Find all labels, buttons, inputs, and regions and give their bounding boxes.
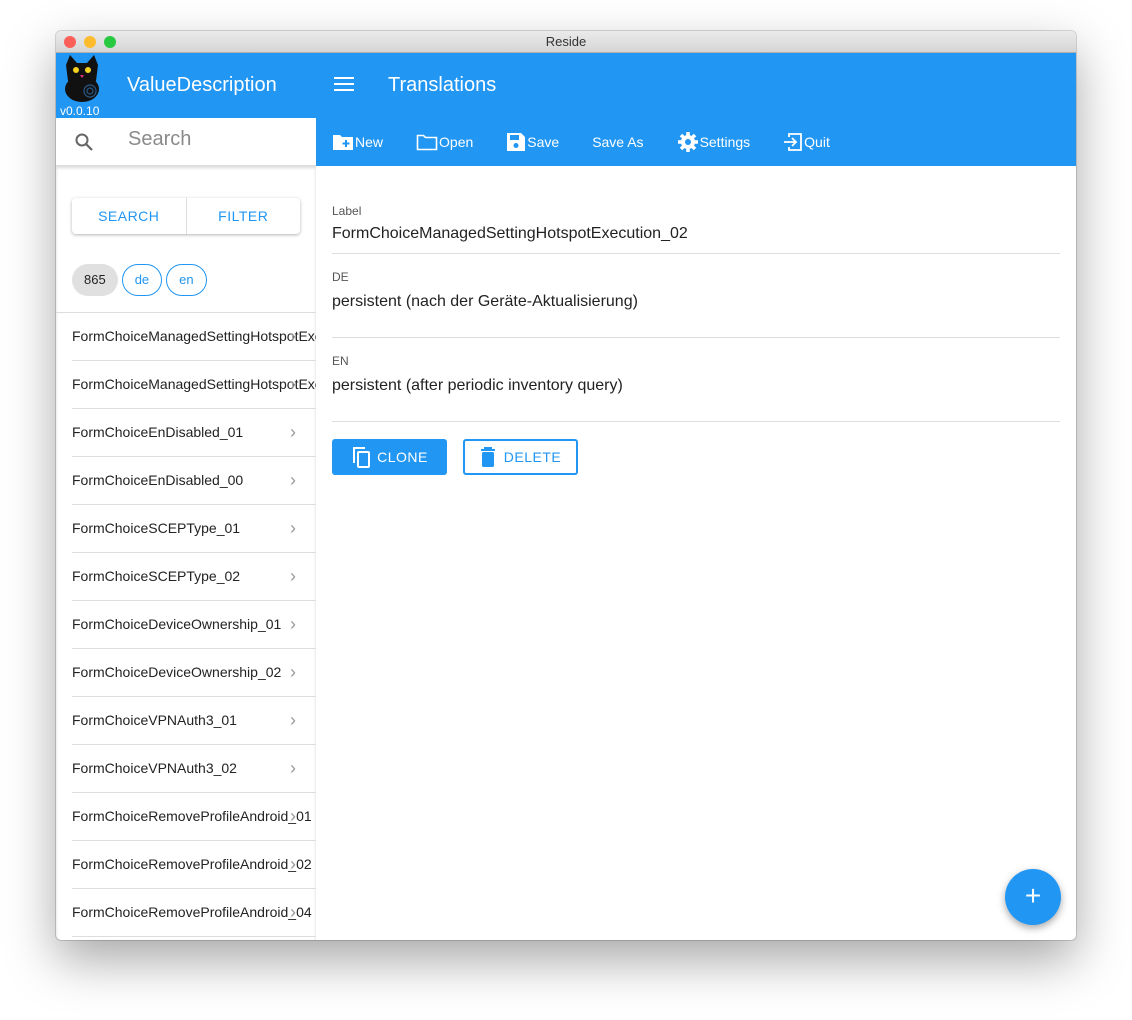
list-item[interactable]: FormChoiceVPNAuth3_01 › bbox=[72, 697, 316, 745]
delete-button[interactable]: DELETE bbox=[463, 439, 578, 475]
save-label: Save bbox=[527, 134, 560, 150]
mode-toggle: SEARCH FILTER bbox=[72, 198, 300, 234]
cat-logo-icon bbox=[65, 55, 99, 102]
list-item[interactable]: FormChoiceRemoveProfileAndroid_01 › bbox=[72, 793, 316, 841]
list-item-label: FormChoiceVPNAuth3_01 bbox=[72, 712, 237, 728]
settings-label: Settings bbox=[699, 134, 751, 150]
chevron-right-icon: › bbox=[290, 854, 296, 874]
list-item-label: FormChoiceDeviceOwnership_02 bbox=[72, 664, 282, 680]
list-item[interactable]: FormChoiceManagedSettingHotspotExecution… bbox=[72, 361, 316, 409]
list-item-label: FormChoiceManagedSettingHotspotExecution… bbox=[72, 328, 316, 344]
chevron-right-icon: › bbox=[290, 566, 296, 586]
new-label: New bbox=[355, 134, 384, 150]
list-item-label: FormChoiceEnDisabled_00 bbox=[72, 472, 244, 488]
list-item[interactable]: FormChoiceManagedSettingHotspotExecution… bbox=[72, 313, 316, 361]
gear-icon bbox=[677, 132, 698, 152]
chevron-right-icon: › bbox=[290, 326, 296, 346]
title-bar: Reside bbox=[56, 31, 1076, 53]
list-item[interactable]: FormChoiceVPNAuth3_02 › bbox=[72, 745, 316, 793]
chevron-right-icon: › bbox=[290, 470, 296, 490]
quit-label: Quit bbox=[804, 134, 830, 150]
chips: 865 de en bbox=[72, 264, 207, 296]
list-item[interactable]: FormChoiceEnDisabled_01 › bbox=[72, 409, 316, 457]
maximize-window-button[interactable] bbox=[104, 36, 116, 48]
save-icon bbox=[507, 133, 526, 151]
app-window: Reside v0.0.10 ValueDescription Translat… bbox=[56, 31, 1076, 940]
de-field-title: DE bbox=[332, 270, 349, 284]
settings-button[interactable]: Settings bbox=[677, 131, 751, 153]
quit-button[interactable]: Quit bbox=[783, 132, 830, 152]
search-tab[interactable]: SEARCH bbox=[72, 198, 186, 234]
app-header: v0.0.10 ValueDescription Translations bbox=[56, 53, 1076, 118]
chevron-right-icon: › bbox=[290, 614, 296, 634]
list-item-label: FormChoiceVPNAuth3_02 bbox=[72, 760, 237, 776]
search-input[interactable] bbox=[128, 128, 308, 151]
menu-icon[interactable] bbox=[334, 77, 354, 93]
list-item[interactable]: FormChoiceSCEPType_01 › bbox=[72, 505, 316, 553]
translation-list[interactable]: FormChoiceManagedSettingHotspotExecution… bbox=[56, 312, 316, 937]
chip-de[interactable]: de bbox=[121, 264, 163, 296]
minimize-window-button[interactable] bbox=[84, 36, 96, 48]
add-fab-button[interactable]: + bbox=[1005, 869, 1061, 925]
exit-icon bbox=[784, 133, 803, 151]
filter-tab[interactable]: FILTER bbox=[185, 198, 301, 234]
list-item-label: FormChoiceSCEPType_02 bbox=[72, 568, 241, 584]
chevron-right-icon: › bbox=[290, 374, 296, 394]
label-field-value[interactable]: FormChoiceManagedSettingHotspotExecution… bbox=[332, 225, 1060, 243]
plus-icon: + bbox=[1024, 880, 1042, 911]
trash-icon bbox=[480, 447, 495, 467]
save-button[interactable]: Save bbox=[506, 132, 559, 152]
list-item-label: FormChoiceDeviceOwnership_01 bbox=[72, 616, 282, 632]
list-item-label: FormChoiceEnDisabled_01 bbox=[72, 424, 244, 440]
open-label: Open bbox=[439, 134, 474, 150]
app-name: ValueDescription bbox=[127, 74, 277, 96]
chevron-right-icon: › bbox=[290, 806, 296, 826]
chevron-right-icon: › bbox=[290, 710, 296, 730]
clone-button[interactable]: CLONE bbox=[332, 439, 447, 475]
list-item-label: FormChoiceRemoveProfileAndroid_04 bbox=[72, 904, 312, 920]
label-field[interactable]: Label FormChoiceManagedSettingHotspotExe… bbox=[332, 166, 1060, 254]
chevron-right-icon: › bbox=[290, 758, 296, 778]
en-field-title: EN bbox=[332, 354, 349, 368]
en-field[interactable]: EN persistent (after periodic inventory … bbox=[332, 338, 1060, 422]
window-title: Reside bbox=[545, 34, 587, 49]
list-item[interactable]: FormChoiceDeviceOwnership_02 › bbox=[72, 649, 316, 697]
de-field[interactable]: DE persistent (nach der Geräte-Aktualisi… bbox=[332, 254, 1060, 338]
close-window-button[interactable] bbox=[64, 36, 76, 48]
list-item[interactable]: FormChoiceEnDisabled_00 › bbox=[72, 457, 316, 505]
sidebar: SEARCH FILTER 865 de en FormChoiceManage… bbox=[56, 166, 316, 940]
chip-en[interactable]: en bbox=[166, 264, 207, 296]
save-as-button[interactable]: Save As bbox=[592, 134, 643, 150]
list-item-label: FormChoiceManagedSettingHotspotExecution… bbox=[72, 376, 316, 392]
folder-icon bbox=[416, 134, 438, 151]
new-button[interactable]: New bbox=[332, 133, 383, 151]
page-title: Translations bbox=[388, 74, 497, 96]
search-icon bbox=[75, 133, 93, 151]
clone-label: CLONE bbox=[377, 449, 428, 465]
search-bar bbox=[56, 118, 316, 166]
chevron-right-icon: › bbox=[290, 518, 296, 538]
detail-panel: Label FormChoiceManagedSettingHotspotExe… bbox=[332, 166, 1060, 475]
new-folder-icon bbox=[333, 135, 353, 150]
chevron-right-icon: › bbox=[290, 662, 296, 682]
list-item[interactable]: FormChoiceRemoveProfileAndroid_04 › bbox=[72, 889, 316, 937]
list-item[interactable]: FormChoiceSCEPType_02 › bbox=[72, 553, 316, 601]
list-item[interactable]: FormChoiceRemoveProfileAndroid_02 › bbox=[72, 841, 316, 889]
delete-label: DELETE bbox=[503, 449, 562, 465]
save-as-label: Save As bbox=[592, 134, 644, 150]
copy-icon bbox=[353, 447, 371, 468]
de-field-value[interactable]: persistent (nach der Geräte-Aktualisieru… bbox=[332, 293, 1060, 311]
list-item-label: FormChoiceRemoveProfileAndroid_02 bbox=[72, 856, 312, 872]
open-button[interactable]: Open bbox=[416, 133, 473, 151]
list-item-label: FormChoiceRemoveProfileAndroid_01 bbox=[72, 808, 312, 824]
count-chip: 865 bbox=[72, 264, 118, 296]
chevron-right-icon: › bbox=[290, 422, 296, 442]
list-item[interactable]: FormChoiceDeviceOwnership_01 › bbox=[72, 601, 316, 649]
toolbar: New Open Save Save As Settings Quit bbox=[316, 118, 1076, 166]
label-field-title: Label bbox=[332, 204, 362, 218]
en-field-value[interactable]: persistent (after periodic inventory que… bbox=[332, 377, 1060, 395]
version-label: v0.0.10 bbox=[60, 104, 100, 118]
list-item-label: FormChoiceSCEPType_01 bbox=[72, 520, 241, 536]
chevron-right-icon: › bbox=[290, 902, 296, 922]
